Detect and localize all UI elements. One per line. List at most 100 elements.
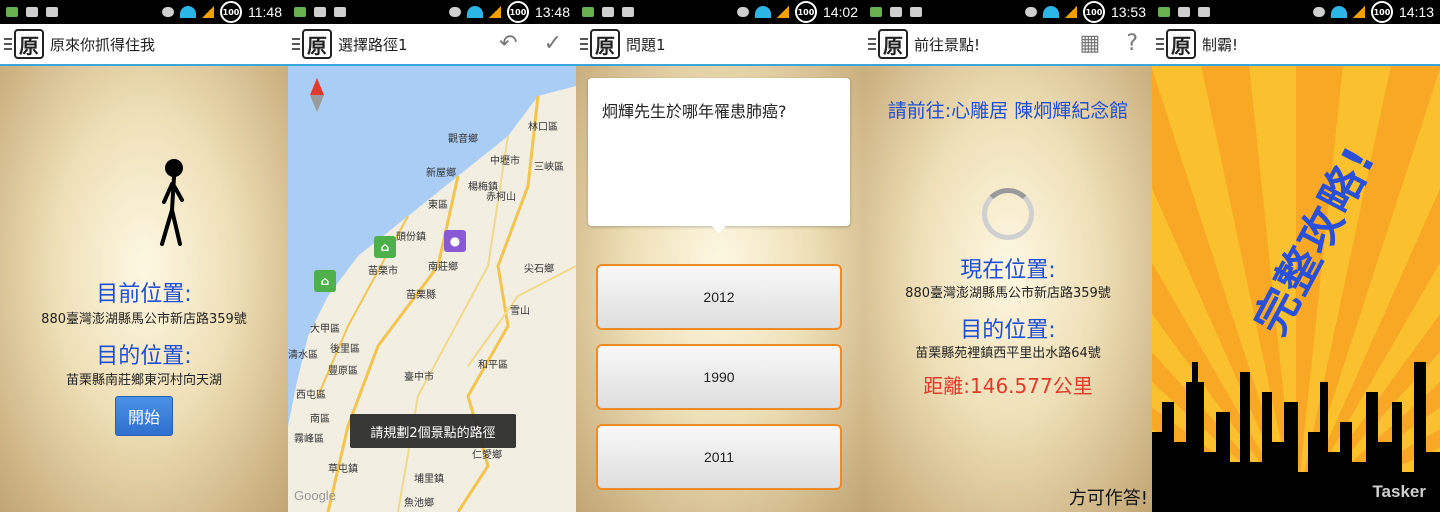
current-location-value: 880臺灣澎湖縣馬公市新店路359號: [41, 312, 247, 327]
drawer-icon[interactable]: [292, 38, 300, 50]
usb-icon: [334, 7, 346, 17]
stick-figure-icon: [160, 159, 184, 246]
map-label: 南區: [310, 414, 330, 425]
distance-text: 距離:146.577公里: [923, 374, 1093, 398]
current-location-value: 880臺灣澎湖縣馬公市新店路359號: [905, 286, 1111, 301]
wifi-icon: [466, 6, 483, 18]
battery-icon: 100: [1370, 1, 1393, 23]
drawer-icon[interactable]: [4, 38, 12, 50]
current-location-label: 目前位置:: [96, 282, 192, 307]
current-location-label: 現在位置:: [960, 258, 1056, 283]
status-bar: 100 13:48: [288, 0, 576, 24]
map-label: 和平區: [478, 360, 508, 371]
map-label: 觀音鄉: [448, 134, 478, 145]
usb-icon: [602, 7, 614, 17]
help-icon[interactable]: ?: [1126, 33, 1138, 55]
app-logo[interactable]: 原: [590, 29, 620, 59]
signal-icon: [1064, 6, 1077, 18]
footprint-pin-icon[interactable]: ●: [444, 230, 466, 252]
map-label: 草屯鎮: [328, 464, 358, 475]
clock: 11:48: [248, 4, 282, 20]
wifi-icon: [1042, 6, 1059, 18]
landmark-pin-icon[interactable]: ⌂: [314, 270, 336, 292]
loading-spinner-icon: [982, 188, 1034, 240]
page-title: 問題1: [626, 35, 666, 54]
map-label: 林口區: [528, 122, 558, 133]
answer-button[interactable]: 2012: [596, 264, 842, 330]
bluetooth-icon: [162, 7, 174, 17]
clock: 14:13: [1398, 4, 1434, 20]
app-logo[interactable]: 原: [878, 29, 908, 59]
notification-icon: [582, 7, 594, 17]
undo-icon[interactable]: ↶: [499, 33, 517, 55]
usb-icon: [46, 7, 58, 17]
destination-value: 苗栗縣苑裡鎮西平里出水路64號: [915, 346, 1101, 361]
screen-goto-spot: 100 13:53 原 前往景點! ▦ ? 請前往:心雕居 陳炯輝紀念館 現在位…: [864, 0, 1152, 512]
status-bar: 100 13:53: [864, 0, 1152, 24]
page-title: 制霸!: [1202, 35, 1239, 54]
signal-icon: [488, 6, 501, 18]
usb-icon: [314, 7, 326, 17]
toast-message: 請規劃2個景點的路徑: [350, 414, 516, 448]
drawer-icon[interactable]: [1156, 38, 1164, 50]
content-area: 請前往:心雕居 陳炯輝紀念館 現在位置: 880臺灣澎湖縣馬公市新店路359號 …: [864, 66, 1152, 512]
landmark-pin-icon[interactable]: ⌂: [374, 236, 396, 258]
compass-icon[interactable]: [310, 78, 324, 112]
map-label: 後里區: [330, 344, 360, 355]
clock: 13:48: [534, 4, 570, 20]
map-label: 三峽區: [534, 162, 564, 173]
screen-final: 100 14:13 原 制霸! 完整攻略! Tasker: [1152, 0, 1440, 512]
bluetooth-icon: [1312, 7, 1325, 17]
content-area: 目前位置: 880臺灣澎湖縣馬公市新店路359號 目的位置: 苗栗縣南莊鄉東河村…: [0, 66, 288, 512]
banner-text: 完整攻略!: [1245, 137, 1387, 344]
map-view[interactable]: 林口區 觀音鄉 中壢市 三峽區 新屋鄉 楊梅鎮 東區 頭份鎮 苗栗市 南莊鄉 尖…: [288, 66, 576, 512]
content-area: 炯輝先生於哪年罹患肺癌? 2012 1990 2011: [576, 66, 864, 512]
battery-icon: 100: [1082, 1, 1105, 23]
map-label: 雪山: [510, 306, 530, 317]
map-label: 尖石鄉: [524, 264, 554, 275]
map-label: 西屯區: [296, 390, 326, 401]
battery-icon: 100: [506, 1, 529, 23]
map-label: 頭份鎮: [396, 232, 426, 243]
destination-label: 目的位置:: [960, 318, 1056, 343]
map-label: 仁愛鄉: [472, 450, 502, 461]
answer-hint: 方可作答!: [1068, 488, 1148, 509]
drawer-icon[interactable]: [580, 38, 588, 50]
app-logo[interactable]: 原: [14, 29, 44, 59]
answer-button[interactable]: 1990: [596, 344, 842, 410]
page-title: 選擇路徑1: [338, 35, 408, 54]
map-label: 霧峰區: [294, 434, 324, 445]
start-button[interactable]: 開始: [115, 396, 173, 436]
bluetooth-icon: [448, 7, 461, 17]
screenshot-strip: 100 11:48 原 原來你抓得住我 目前位置: 880臺灣澎湖縣馬公市新店路…: [0, 0, 1440, 512]
check-icon[interactable]: ✓: [544, 33, 562, 55]
map-label: 赤柯山: [486, 192, 516, 203]
action-bar: 原 制霸!: [1152, 24, 1440, 66]
action-bar: 原 選擇路徑1 ↶ ✓: [288, 24, 576, 66]
clock: 13:53: [1110, 4, 1146, 20]
screen-start: 100 11:48 原 原來你抓得住我 目前位置: 880臺灣澎湖縣馬公市新店路…: [0, 0, 288, 512]
action-bar: 原 原來你抓得住我: [0, 24, 288, 66]
usb-icon: [1178, 7, 1190, 17]
status-bar: 100 11:48: [0, 0, 288, 24]
answer-button[interactable]: 2011: [596, 424, 842, 490]
signal-icon: [776, 6, 789, 18]
question-bubble: 炯輝先生於哪年罹患肺癌?: [588, 78, 850, 226]
wifi-icon: [754, 6, 771, 18]
status-bar: 100 14:13: [1152, 0, 1440, 24]
usb-icon: [26, 7, 38, 17]
destination-value: 苗栗縣南莊鄉東河村向天湖: [65, 373, 222, 388]
map-label: 豐原區: [328, 366, 358, 377]
notification-icon: [6, 7, 18, 17]
map-icon[interactable]: ▦: [1080, 33, 1101, 55]
usb-icon: [1198, 7, 1210, 17]
map-label: 新屋鄉: [426, 168, 456, 179]
drawer-icon[interactable]: [868, 38, 876, 50]
map-label: 臺中市: [404, 372, 434, 383]
app-logo[interactable]: 原: [1166, 29, 1196, 59]
app-logo[interactable]: 原: [302, 29, 332, 59]
go-to-heading: 請前往:心雕居 陳炯輝紀念館: [887, 100, 1129, 122]
action-bar: 原 前往景點! ▦ ?: [864, 24, 1152, 66]
question-text: 炯輝先生於哪年罹患肺癌?: [602, 102, 787, 121]
map-label: 東區: [428, 200, 448, 211]
